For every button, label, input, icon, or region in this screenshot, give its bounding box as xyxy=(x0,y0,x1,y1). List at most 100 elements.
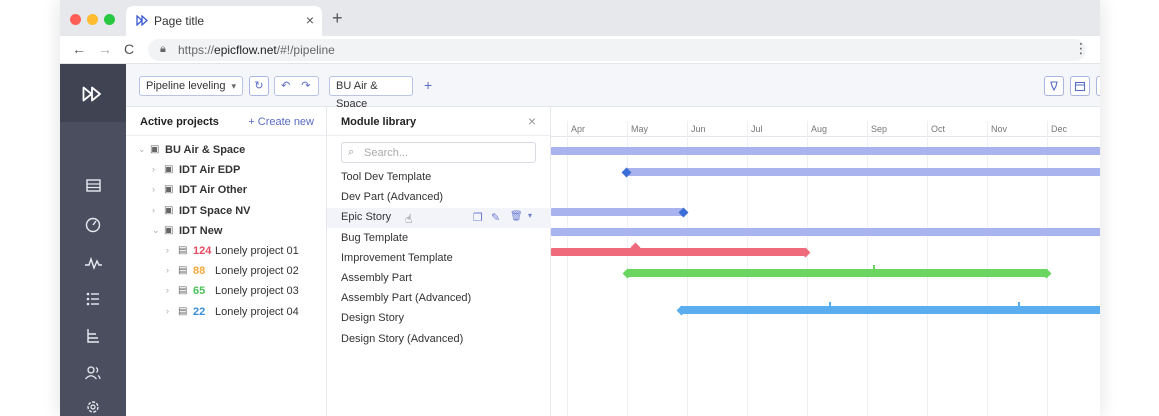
app-logo[interactable] xyxy=(60,64,126,122)
tree-row[interactable]: ⌄ ▣ BU Air & Space xyxy=(126,141,326,161)
hierarchy-icon[interactable] xyxy=(60,327,126,345)
library-item[interactable]: Bug Template xyxy=(341,232,408,244)
module-library-header: Module library × xyxy=(327,107,550,136)
search-placeholder: Search... xyxy=(364,147,409,159)
minimize-window-dot[interactable] xyxy=(87,14,98,25)
tree-row[interactable]: › ▤ 88 Lonely project 02 xyxy=(126,262,326,282)
chevron-down-icon[interactable]: ⌄ xyxy=(152,225,160,236)
maximize-window-dot[interactable] xyxy=(104,14,115,25)
library-item[interactable]: Assembly Part xyxy=(341,272,412,284)
chevron-right-icon[interactable]: › xyxy=(166,306,169,316)
filter-chip-label: BU Air & Space xyxy=(336,80,378,110)
library-item[interactable]: Epic Story xyxy=(341,211,391,223)
reload-icon[interactable]: C xyxy=(124,41,134,57)
url-field[interactable]: 🔒︎ https://epicflow.net/#!/pipeline xyxy=(148,39,1086,61)
checkpoint-marker[interactable] xyxy=(829,302,831,311)
view-select[interactable]: Pipeline leveling ▾ xyxy=(139,76,243,96)
gantt-bar[interactable] xyxy=(551,208,683,216)
search-icon: ⌕ xyxy=(348,146,355,158)
tree-label: IDT New xyxy=(179,224,223,237)
tab-title: Page title xyxy=(154,14,205,28)
create-new-button[interactable]: + Create new xyxy=(248,116,314,128)
add-filter-button[interactable]: + xyxy=(424,77,432,93)
tree-row[interactable]: › ▣ IDT Air Other xyxy=(126,181,326,201)
filter-chip[interactable]: BU Air & Space xyxy=(329,76,413,110)
chevron-right-icon[interactable]: › xyxy=(152,164,155,174)
folder-icon: ▣ xyxy=(164,184,174,196)
tab-bar: Page title × + xyxy=(60,0,1100,36)
more-chevron-icon[interactable]: ▾ xyxy=(528,211,532,220)
chevron-right-icon[interactable]: › xyxy=(152,205,155,215)
gantt-chart: Apr May Jun Jul Aug Sep Oct Nov Dec xyxy=(551,107,1100,416)
checkpoint-marker[interactable] xyxy=(1018,302,1020,311)
undo-icon[interactable]: ↶ xyxy=(281,80,290,92)
library-item[interactable]: Tool Dev Template xyxy=(341,171,431,183)
chevron-right-icon[interactable]: › xyxy=(166,245,169,255)
close-library-icon[interactable]: × xyxy=(528,113,536,129)
tree-row[interactable]: › ▣ IDT Space NV xyxy=(126,202,326,222)
task-list-icon[interactable] xyxy=(60,290,126,308)
back-icon[interactable]: ← xyxy=(72,41,86,57)
library-item[interactable]: Assembly Part (Advanced) xyxy=(341,292,471,304)
browser-window: Page title × + ← → C 🔒︎ https://epicflow… xyxy=(60,0,1100,416)
tree-label: Lonely project 02 xyxy=(215,265,299,278)
browser-tab[interactable]: Page title × xyxy=(126,6,322,36)
tree-row[interactable]: › ▣ IDT Air EDP xyxy=(126,161,326,181)
pin-icon xyxy=(1050,81,1058,92)
library-search-input[interactable]: ⌕ Search... xyxy=(341,142,536,163)
library-item[interactable]: Improvement Template xyxy=(341,252,453,264)
list-view-icon[interactable] xyxy=(60,177,126,195)
refresh-button[interactable]: ↻ xyxy=(249,76,269,96)
gantt-bar[interactable] xyxy=(551,248,805,256)
copy-icon[interactable]: ❐ xyxy=(473,211,483,224)
month-label: Dec xyxy=(1051,124,1068,134)
tree-row[interactable]: ⌄ ▣ IDT New xyxy=(126,222,326,242)
close-window-dot[interactable] xyxy=(70,14,81,25)
users-icon[interactable] xyxy=(60,364,126,382)
month-label: Nov xyxy=(991,124,1008,134)
browser-menu-icon[interactable]: ⋮ xyxy=(1074,40,1088,57)
library-item[interactable]: Dev Part (Advanced) xyxy=(341,191,443,203)
checkpoint-marker[interactable] xyxy=(873,265,875,274)
address-bar-row: ← → C 🔒︎ https://epicflow.net/#!/pipelin… xyxy=(60,36,1100,64)
new-tab-button[interactable]: + xyxy=(332,8,343,29)
logo-icon xyxy=(82,86,101,102)
export-button[interactable] xyxy=(1096,76,1100,96)
gantt-bar[interactable] xyxy=(627,269,1046,277)
tree-label: IDT Air EDP xyxy=(179,164,241,177)
project-icon: ▤ xyxy=(178,305,188,317)
url-path: /#!/pipeline xyxy=(276,43,335,57)
library-item[interactable]: Design Story xyxy=(341,312,404,324)
chevron-right-icon[interactable]: › xyxy=(166,265,169,275)
month-label: May xyxy=(631,124,649,134)
pin-button[interactable] xyxy=(1044,76,1064,96)
calendar-icon xyxy=(1074,81,1086,92)
gantt-bar[interactable] xyxy=(681,306,1100,314)
tree-row[interactable]: › ▤ 124 Lonely project 01 xyxy=(126,242,326,262)
url-prefix: https:// xyxy=(178,43,215,57)
activity-pulse-icon[interactable] xyxy=(60,254,126,272)
folder-icon: ▣ xyxy=(150,144,160,155)
gantt-bar[interactable] xyxy=(626,168,1100,176)
tree-label: IDT Space NV xyxy=(179,204,251,217)
active-projects-title: Active projects xyxy=(140,116,219,128)
dashboard-gauge-icon[interactable] xyxy=(60,216,126,234)
chevron-right-icon[interactable]: › xyxy=(166,285,169,295)
edit-icon[interactable]: ✎ xyxy=(491,211,500,224)
library-item[interactable]: Design Story (Advanced) xyxy=(341,333,463,345)
chevron-right-icon[interactable]: › xyxy=(152,184,155,194)
settings-gear-icon[interactable] xyxy=(60,398,126,416)
redo-icon[interactable]: ↷ xyxy=(301,80,310,92)
gantt-timeline-header: Apr May Jun Jul Aug Sep Oct Nov Dec xyxy=(551,121,1100,137)
delete-icon[interactable]: 🗑︎ xyxy=(510,211,523,222)
forward-icon[interactable]: → xyxy=(98,41,112,57)
chevron-down-icon[interactable]: ⌄ xyxy=(138,144,146,155)
gantt-bar[interactable] xyxy=(551,228,1100,236)
tab-close-icon[interactable]: × xyxy=(306,12,314,28)
tree-row[interactable]: › ▤ 22 Lonely project 04 xyxy=(126,303,326,323)
gantt-bar[interactable] xyxy=(551,147,1100,155)
module-library-title: Module library xyxy=(341,116,417,128)
tree-row[interactable]: › ▤ 65 Lonely project 03 xyxy=(126,282,326,302)
project-icon: ▤ xyxy=(178,285,188,297)
calendar-button[interactable] xyxy=(1070,76,1090,96)
